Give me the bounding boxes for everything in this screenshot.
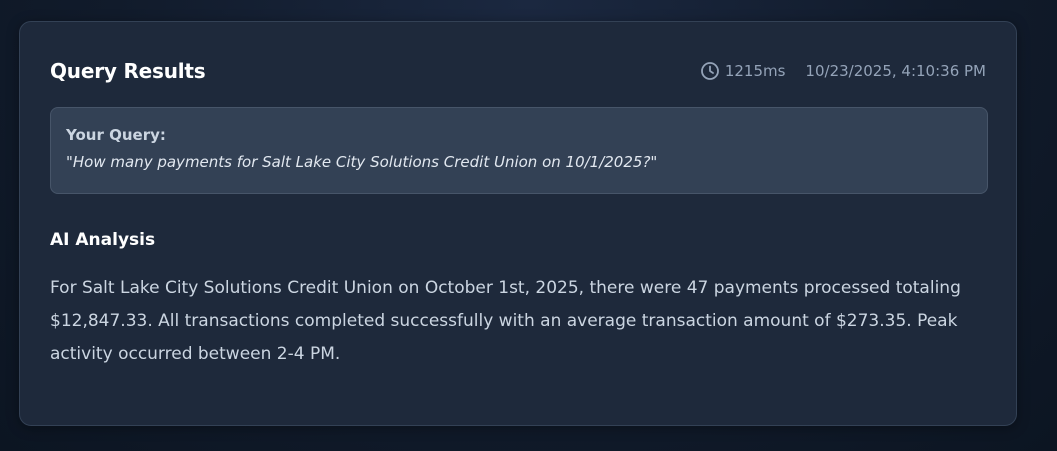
query-results-card: Query Results 1215ms 10/23/2025, 4:10:36…	[19, 21, 1017, 426]
results-title: Query Results	[50, 59, 206, 83]
query-duration: 1215ms	[724, 62, 786, 80]
user-query-box: Your Query: "How many payments for Salt …	[50, 107, 988, 194]
query-text: "How many payments for Salt Lake City So…	[66, 153, 658, 171]
results-header: Query Results 1215ms 10/23/2025, 4:10:36…	[50, 56, 986, 86]
results-meta: 1215ms 10/23/2025, 4:10:36 PM	[700, 61, 986, 81]
clock-icon	[700, 61, 720, 81]
analysis-text: For Salt Lake City Solutions Credit Unio…	[50, 278, 961, 364]
query-label: Your Query:	[66, 126, 166, 144]
query-timestamp: 10/23/2025, 4:10:36 PM	[805, 62, 986, 80]
analysis-title: AI Analysis	[50, 230, 156, 250]
